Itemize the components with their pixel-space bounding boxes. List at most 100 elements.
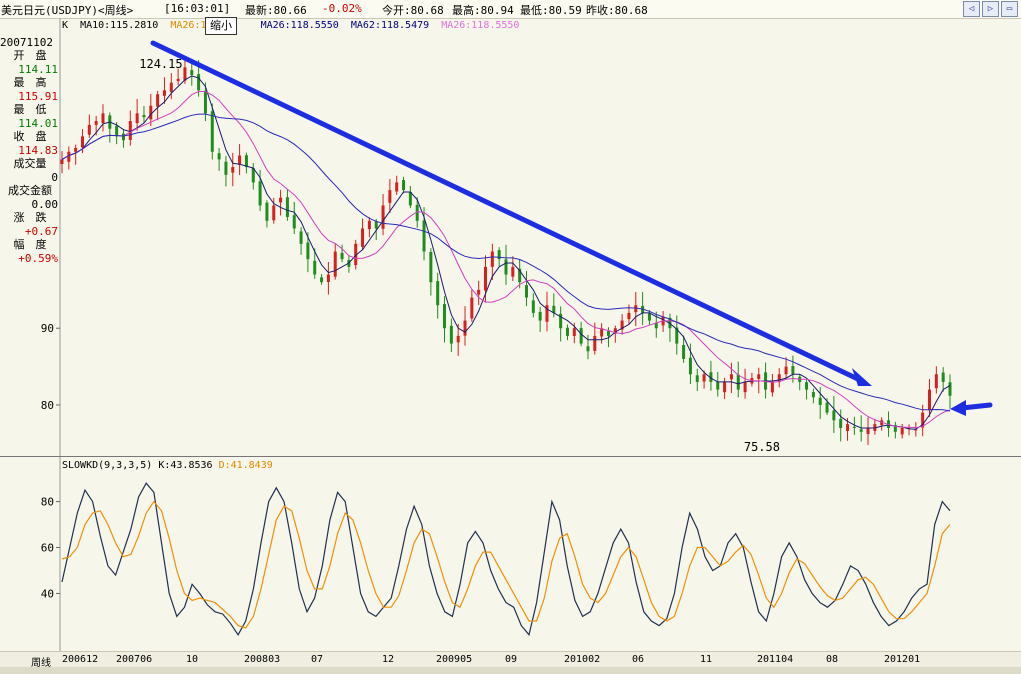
candle [265, 200, 269, 228]
x-tick: 200612 [62, 654, 99, 665]
candle [497, 247, 501, 267]
x-tick: 06 [632, 654, 645, 665]
candle-body [579, 328, 583, 344]
scroll-left-icon[interactable]: ◁ [963, 1, 980, 17]
candle [408, 186, 412, 209]
trend-arrows [150, 40, 993, 416]
x-tick: 201201 [884, 654, 921, 665]
quote-low: 最低:80.59 [520, 4, 582, 17]
candle [361, 218, 365, 251]
candle-body [320, 277, 324, 283]
candle [647, 310, 651, 326]
candle [900, 423, 904, 439]
x-tick: 200706 [116, 654, 153, 665]
candle-body [429, 251, 433, 283]
price-tick-label: 80 [41, 399, 54, 412]
price-tick-label: 90 [41, 322, 54, 335]
price-annotations: 124.15 75.58 [139, 57, 780, 454]
x-tick: 11 [700, 654, 713, 665]
candle-body [388, 190, 392, 203]
x-tick: 10 [186, 654, 199, 665]
candle-body [224, 161, 228, 175]
candle [770, 373, 774, 397]
candle [340, 244, 344, 263]
candle-body [210, 111, 214, 152]
candle-body [743, 381, 747, 393]
candle-body [941, 372, 945, 382]
x-tick: 201104 [757, 654, 794, 665]
candle-body [231, 167, 235, 173]
candle [279, 189, 283, 216]
candle-body [729, 374, 733, 380]
x-tick: 200803 [244, 654, 281, 665]
candle-body [477, 289, 481, 295]
candle [388, 179, 392, 213]
candle [395, 175, 399, 195]
candle-body [716, 381, 720, 390]
candle-body [101, 113, 105, 124]
candle [716, 371, 720, 397]
quote-prev-close: 昨收:80.68 [586, 4, 648, 17]
candle-body [784, 366, 788, 375]
candle [941, 367, 945, 392]
candle [74, 144, 78, 165]
candle [545, 291, 549, 332]
candle-body [374, 221, 378, 229]
candle-body [463, 320, 467, 336]
candle-body [627, 312, 631, 320]
kd-d-line [61, 500, 951, 629]
candle-body [149, 105, 153, 120]
chart-canvas[interactable]: 90 80 124.15 75.58 80 60 40 [0, 18, 1021, 651]
candle [429, 248, 433, 296]
kd-tick-label: 80 [41, 496, 54, 509]
candle [231, 152, 235, 187]
right-arrow-line [959, 402, 993, 411]
candle-body [757, 374, 761, 380]
time-axis: 周线 200612 200706 10 200803 07 12 200905 … [0, 651, 1021, 669]
candle [477, 280, 481, 305]
candle-body [395, 182, 399, 192]
candle-body [367, 220, 371, 230]
candle-body [217, 153, 221, 160]
candle-body [846, 424, 850, 431]
candle-body [121, 133, 125, 141]
price-annotation: 124.15 [139, 57, 182, 71]
candle-body [87, 124, 91, 135]
candle-body [900, 427, 904, 435]
candle-body [702, 374, 706, 382]
candle-body [511, 266, 515, 277]
candle [620, 314, 624, 335]
candle [811, 388, 815, 404]
candle-body [285, 197, 289, 217]
candle [524, 271, 528, 307]
candle [613, 325, 617, 343]
candle-body [859, 429, 863, 432]
candle [729, 362, 733, 394]
candle [948, 374, 952, 409]
downtrend-arrowhead [852, 368, 872, 386]
candle-body [238, 155, 242, 165]
candle [121, 128, 125, 148]
candle-body [169, 82, 173, 92]
candle [880, 417, 884, 431]
candle [402, 176, 406, 194]
restore-window-icon[interactable]: ▭ [1001, 1, 1018, 17]
quote-time: [16:03:01] [164, 2, 231, 15]
zoom-out-button[interactable]: 缩小 [205, 17, 237, 35]
candle [87, 114, 91, 138]
candle-body [538, 311, 542, 321]
candle [149, 93, 153, 126]
top-quote-bar: 美元日元(USDJPY)<周线> [16:03:01] 最新:80.66 -0.… [0, 0, 1021, 19]
candle [443, 296, 447, 343]
candle [108, 112, 112, 143]
candle [866, 417, 870, 445]
candle-body [142, 115, 146, 118]
candle [634, 292, 638, 327]
candle-body [279, 197, 283, 203]
scroll-right-icon[interactable]: ▷ [982, 1, 999, 17]
candle [463, 306, 467, 346]
candle-body [443, 304, 447, 329]
candle [101, 104, 105, 132]
candle [60, 151, 64, 174]
candle [559, 306, 563, 342]
